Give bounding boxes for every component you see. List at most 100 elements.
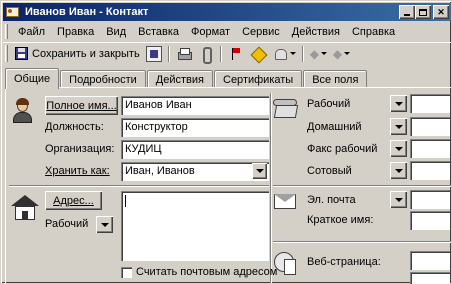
chevron-down-icon xyxy=(394,197,403,202)
autodialer-button[interactable] xyxy=(269,45,299,63)
phone-mobile-label: Сотовый xyxy=(307,165,352,177)
full-name-button[interactable]: Полное имя... xyxy=(45,96,118,115)
maximize-icon xyxy=(419,8,427,16)
menu-help[interactable]: Справка xyxy=(346,26,401,38)
im-address-field[interactable] xyxy=(410,272,450,284)
close-button[interactable]: ✕ xyxy=(433,5,449,19)
chevron-down-icon xyxy=(394,101,403,106)
phone-dial-icon xyxy=(272,46,288,62)
address-textarea[interactable] xyxy=(121,191,269,261)
horizontal-divider xyxy=(273,185,451,187)
full-name-field[interactable]: Иванов Иван xyxy=(121,96,269,115)
short-name-label: Краткое имя: xyxy=(307,214,374,226)
printer-icon xyxy=(176,46,192,62)
close-icon: ✕ xyxy=(437,6,445,17)
attach-button[interactable] xyxy=(195,45,217,64)
down-arrow-icon: ◆ xyxy=(332,46,343,61)
horizontal-divider xyxy=(273,241,451,243)
phone-fax-label: Факс рабочий xyxy=(307,143,378,155)
floppy-disk-icon xyxy=(15,47,28,60)
vertical-divider xyxy=(270,93,272,283)
window-title: Иванов Иван - Контакт xyxy=(25,6,149,18)
chevron-down-icon xyxy=(255,169,264,173)
paperclip-icon xyxy=(198,46,214,64)
tab-details[interactable]: Подробности xyxy=(60,70,146,88)
address-type-dropdown-button[interactable] xyxy=(96,216,113,233)
chevron-down-icon xyxy=(320,52,327,55)
minimize-button[interactable] xyxy=(399,5,415,19)
short-name-field[interactable] xyxy=(410,211,450,230)
telephone-icon xyxy=(273,97,299,119)
tab-activities[interactable]: Действия xyxy=(146,70,213,88)
text-caret xyxy=(125,195,126,207)
phone-fax-dropdown[interactable] xyxy=(390,140,407,157)
toolbar-grip[interactable] xyxy=(5,45,8,62)
save-and-close-button[interactable]: Сохранить и закрыть xyxy=(12,45,143,63)
organization-field[interactable]: КУДИЦ xyxy=(121,140,269,159)
chevron-down-icon xyxy=(394,146,403,151)
follow-up-flag-button[interactable] xyxy=(225,45,247,63)
maximize-button[interactable] xyxy=(415,5,431,19)
phone-business-field[interactable] xyxy=(410,94,450,113)
full-name-button-label: Полное имя... xyxy=(46,99,117,112)
chevron-down-icon xyxy=(289,52,296,55)
phone-fax-field[interactable] xyxy=(410,139,450,158)
next-item-button[interactable]: ◆ xyxy=(330,45,353,63)
envelope-icon xyxy=(273,189,299,211)
phone-home-dropdown[interactable] xyxy=(390,118,407,135)
mailing-address-label: Считать почтовым адресом xyxy=(136,266,278,278)
horizontal-divider xyxy=(9,185,269,187)
file-as-value: Иван, Иванов xyxy=(125,165,195,177)
chevron-down-icon xyxy=(394,124,403,129)
email-field[interactable] xyxy=(410,190,450,209)
person-icon xyxy=(11,98,35,124)
previous-item-button[interactable]: ◆ xyxy=(307,45,330,63)
phone-mobile-dropdown[interactable] xyxy=(390,162,407,179)
toolbar: Сохранить и закрыть ◆ ◆ xyxy=(3,42,451,64)
web-page-field[interactable] xyxy=(410,251,450,270)
flag-icon xyxy=(228,46,244,62)
address-button[interactable]: Адрес... xyxy=(45,191,102,210)
email-dropdown[interactable] xyxy=(390,191,407,208)
menu-file[interactable]: Файл xyxy=(12,26,51,38)
web-page-icon xyxy=(273,251,299,277)
web-page-label: Веб-страница: xyxy=(307,256,381,268)
phone-mobile-field[interactable] xyxy=(410,161,450,180)
toolbar-separator xyxy=(301,45,304,62)
menu-tools[interactable]: Сервис xyxy=(236,26,286,38)
menu-view[interactable]: Вид xyxy=(100,26,132,38)
save-and-close-label: Сохранить и закрыть xyxy=(32,47,140,60)
position-label: Должность: xyxy=(45,121,104,133)
tab-all-fields[interactable]: Все поля xyxy=(303,70,368,88)
up-arrow-icon: ◆ xyxy=(309,46,319,61)
save-button[interactable] xyxy=(143,45,165,63)
menu-insert[interactable]: Вставка xyxy=(132,26,185,38)
title-bar[interactable]: Иванов Иван - Контакт ✕ xyxy=(3,3,451,21)
menu-actions[interactable]: Действия xyxy=(286,26,346,38)
phone-business-label: Рабочий xyxy=(307,98,351,110)
position-field[interactable]: Конструктор xyxy=(121,118,269,137)
tab-strip: Общие Подробности Действия Сертификаты В… xyxy=(5,68,368,89)
phone-home-field[interactable] xyxy=(410,117,450,136)
menu-bar: Файл Правка Вид Вставка Формат Сервис Де… xyxy=(3,22,451,41)
file-as-dropdown-button[interactable] xyxy=(252,163,267,179)
address-button-label: Адрес... xyxy=(53,194,94,207)
phone-business-dropdown[interactable] xyxy=(390,95,407,112)
menu-format[interactable]: Формат xyxy=(185,26,236,38)
file-as-label: Хранить как: xyxy=(45,165,110,177)
organization-label: Организация: xyxy=(45,143,115,155)
print-button[interactable] xyxy=(173,45,195,63)
file-as-combo[interactable]: Иван, Иванов xyxy=(121,162,269,181)
contact-card-icon xyxy=(5,5,21,19)
mailing-address-checkbox[interactable] xyxy=(121,267,132,278)
tab-certificates[interactable]: Сертификаты xyxy=(214,70,303,88)
toolbar-separator xyxy=(219,45,222,62)
road-sign-icon xyxy=(250,46,266,62)
map-address-button[interactable] xyxy=(247,45,269,63)
menu-grip[interactable] xyxy=(5,24,8,39)
save-icon xyxy=(145,45,162,62)
email-label: Эл. почта xyxy=(307,194,356,206)
tab-general[interactable]: Общие xyxy=(5,68,60,89)
toolbar-separator xyxy=(167,45,170,62)
menu-edit[interactable]: Правка xyxy=(51,26,100,38)
